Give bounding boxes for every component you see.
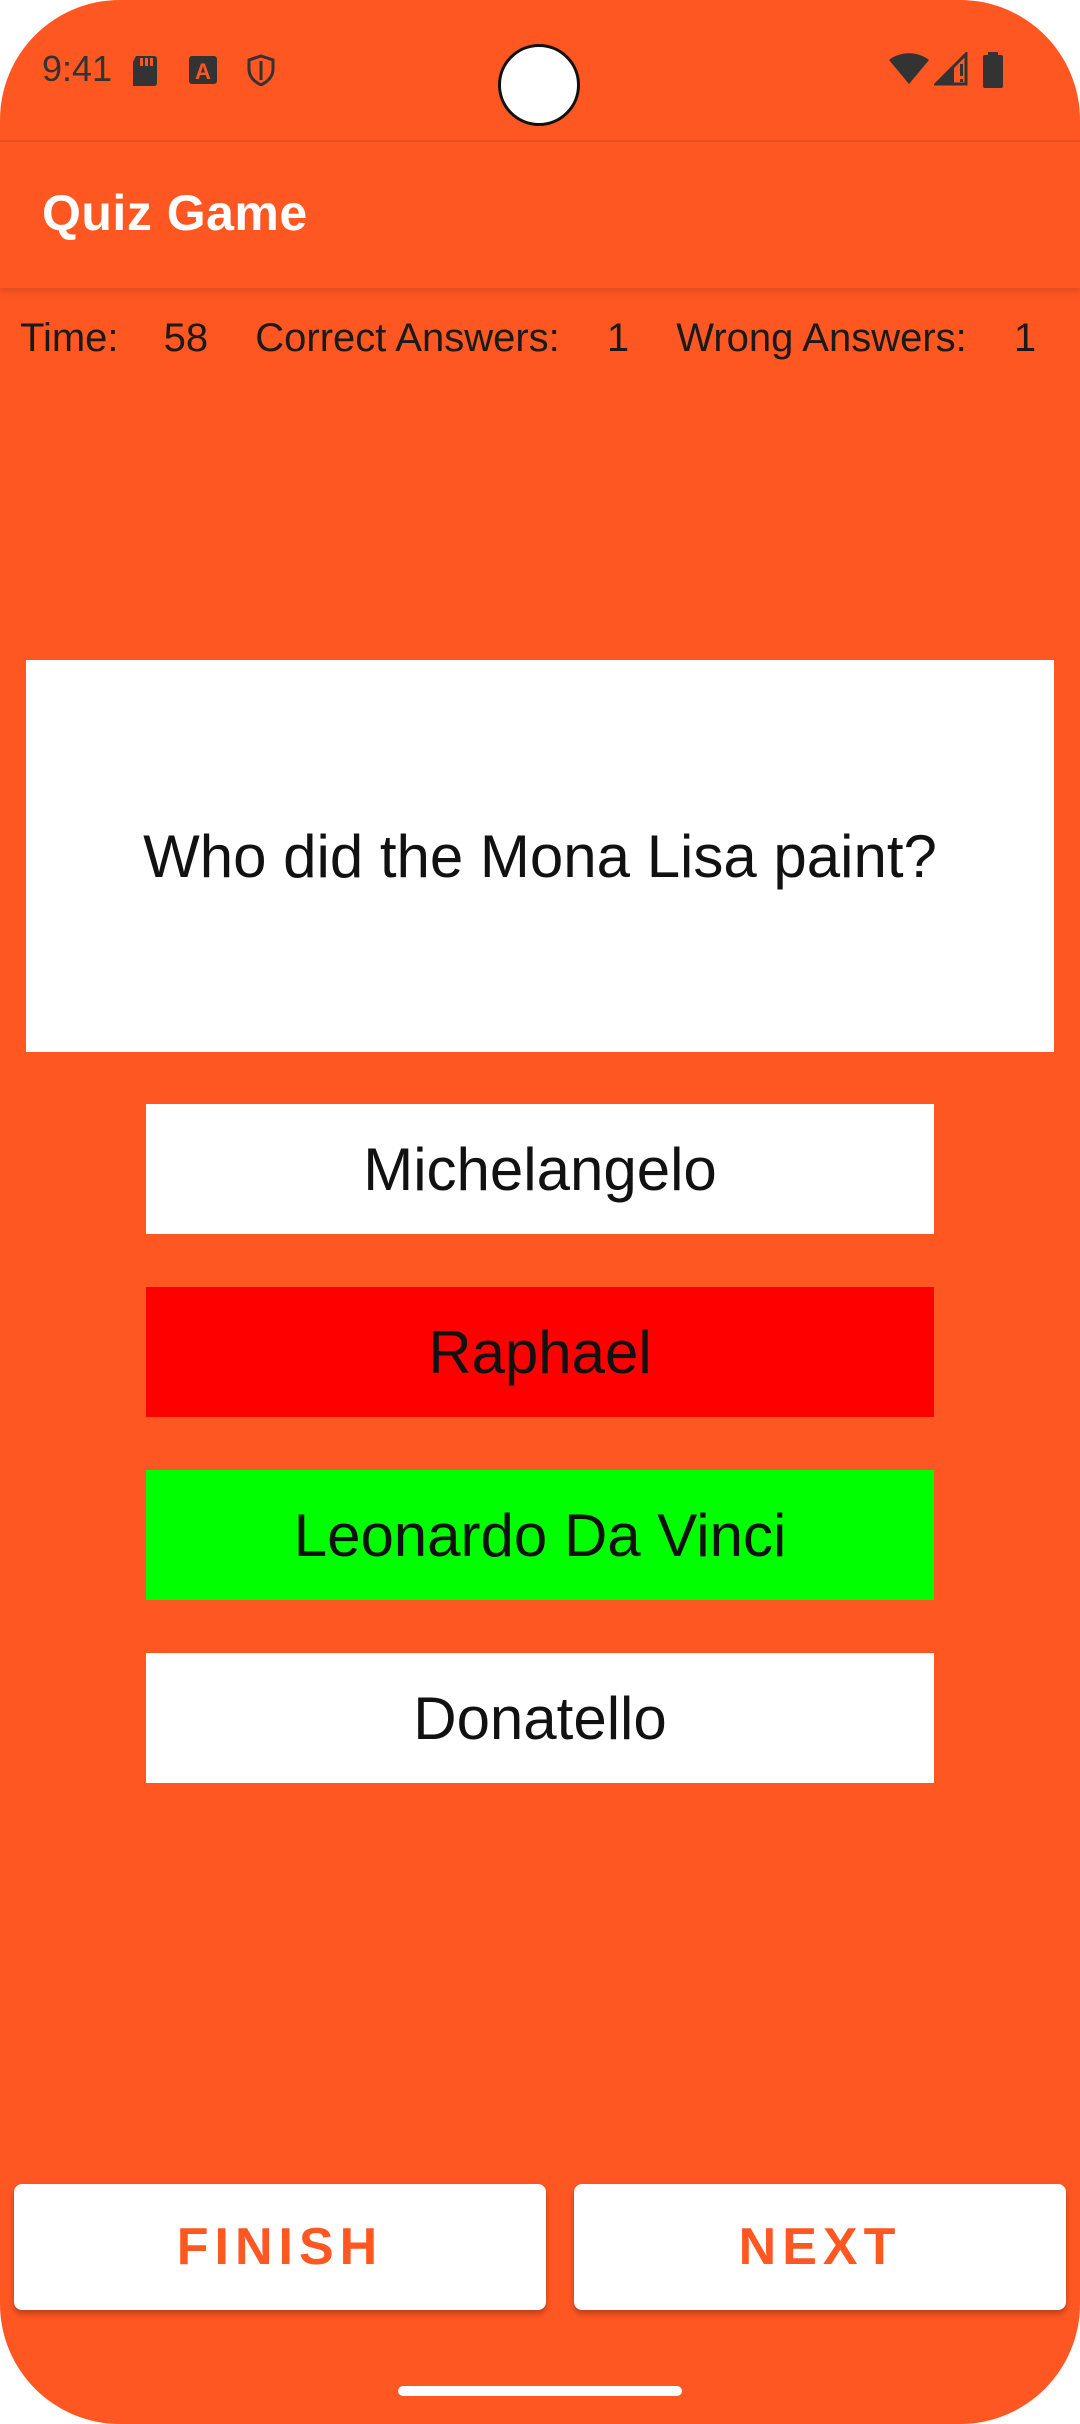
answer-option-3[interactable]: Leonardo Da Vinci — [146, 1470, 934, 1600]
wrong-answers-label: Wrong Answers: — [676, 316, 967, 360]
signal-icon — [932, 50, 970, 91]
status-time: 9:41 — [42, 48, 113, 89]
app-bar: Quiz Game — [0, 142, 1080, 288]
status-bar: 9:41 A — [0, 0, 1080, 140]
shield-icon — [246, 54, 276, 87]
answer-label: Raphael — [428, 1318, 652, 1386]
correct-answers-label: Correct Answers: — [255, 316, 560, 360]
answer-option-1[interactable]: Michelangelo — [146, 1104, 934, 1234]
front-camera — [498, 44, 580, 126]
answer-label: Leonardo Da Vinci — [293, 1501, 787, 1569]
svg-text:A: A — [195, 59, 211, 84]
question-text: Who did the Mona Lisa paint? — [143, 822, 937, 890]
answer-label: Donatello — [413, 1684, 667, 1752]
finish-button-label: FINISH — [176, 2218, 384, 2276]
answer-option-2[interactable]: Raphael — [146, 1287, 934, 1417]
app-title: Quiz Game — [42, 185, 308, 241]
battery-icon — [982, 52, 1004, 93]
time-label: Time: — [20, 316, 119, 360]
next-button[interactable]: NEXT — [574, 2184, 1066, 2310]
question-card: Who did the Mona Lisa paint? — [26, 660, 1054, 1052]
answer-label: Michelangelo — [363, 1135, 717, 1203]
stats-row: Time: 58 Correct Answers: 1 Wrong Answer… — [20, 316, 1036, 361]
correct-answers-value: 1 — [606, 316, 630, 360]
a-badge-icon: A — [188, 54, 218, 86]
next-button-label: NEXT — [738, 2218, 902, 2276]
finish-button[interactable]: FINISH — [14, 2184, 546, 2310]
phone-screen: 9:41 A Quiz Game Time: 58 Correct Answer… — [0, 0, 1080, 2424]
home-indicator[interactable] — [398, 2386, 682, 2396]
wrong-answers-value: 1 — [1013, 316, 1037, 360]
time-value: 58 — [163, 316, 209, 360]
wifi-icon — [888, 52, 930, 91]
sd-card-icon — [130, 54, 160, 86]
answer-option-4[interactable]: Donatello — [146, 1653, 934, 1783]
